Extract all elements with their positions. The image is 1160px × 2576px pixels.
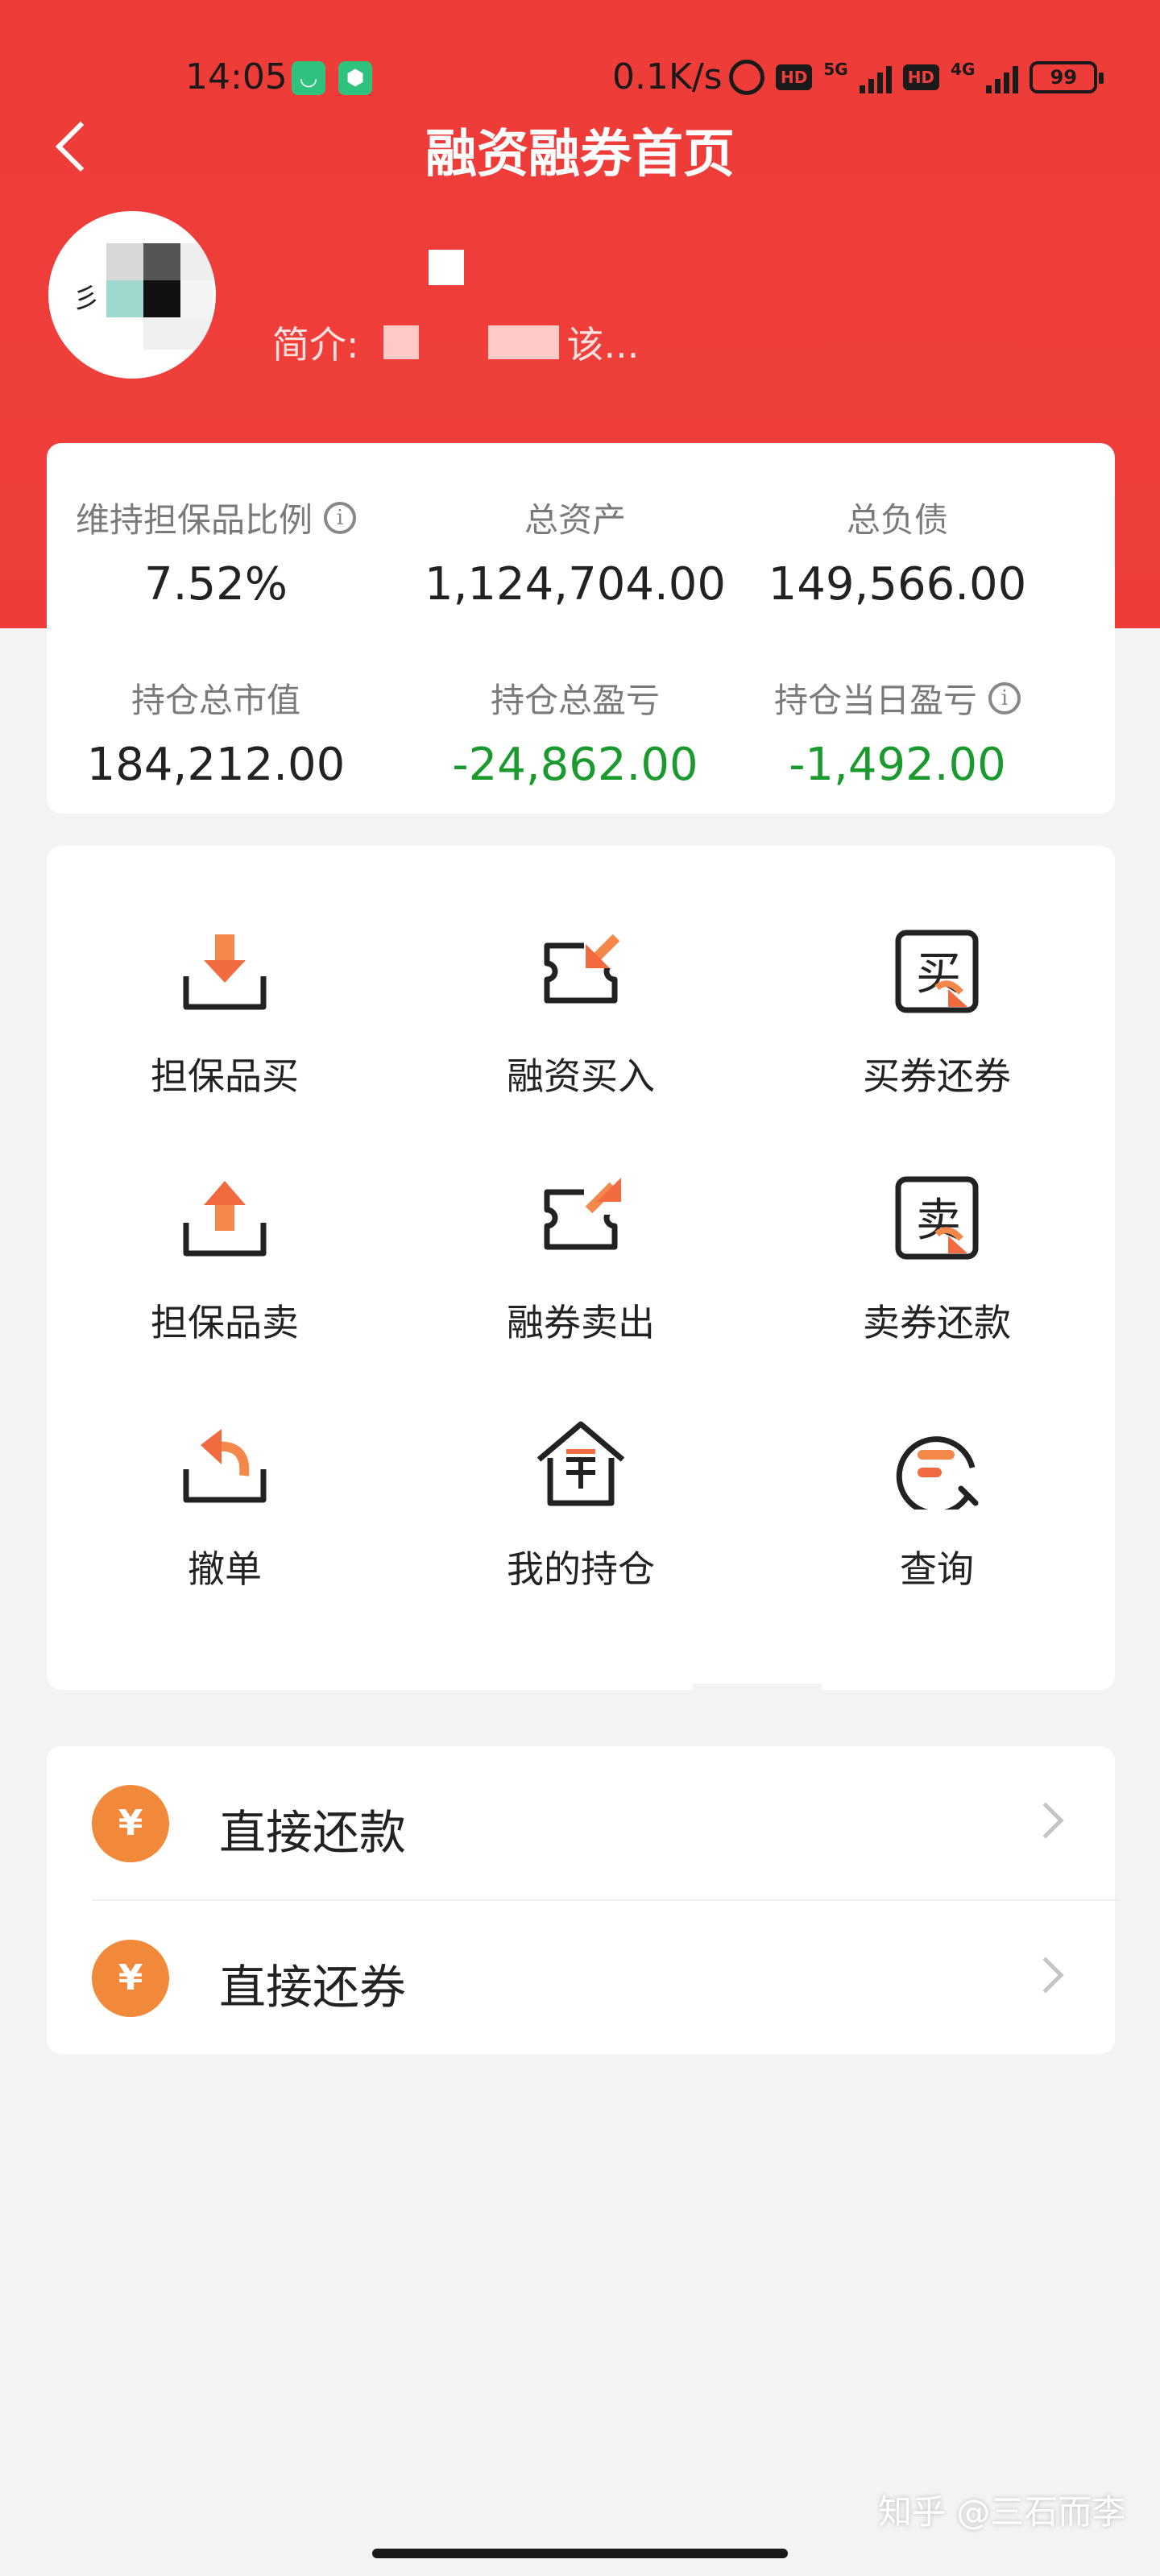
cancel-order-icon xyxy=(183,1429,267,1503)
intro-tail: 该... xyxy=(566,323,640,367)
row-label: 直接还款 xyxy=(219,1805,407,1860)
network-type-5g: 5G xyxy=(823,60,848,79)
collateral-buy-icon xyxy=(183,934,267,1010)
stat-label: 总资产 xyxy=(524,500,626,540)
signal-icon-2 xyxy=(986,61,1019,93)
short-sell-icon xyxy=(544,1178,621,1250)
stat-label: 总负债 xyxy=(846,500,948,540)
alarm-icon xyxy=(729,60,764,95)
account-summary-card: 维持担保品比例 i 7.52% 总资产 1,124,704.00 总负债 149,… xyxy=(47,443,1115,814)
stat-value: -1,492.00 xyxy=(789,739,1006,791)
direct-repay-row[interactable]: ¥ 直接还款 xyxy=(47,1746,1115,1899)
action-grid: 担保品买 融资买入 买 买券还券 担保品卖 融券卖出 卖 卖券还款 撤单 我的持… xyxy=(47,846,1115,1690)
navigation-bar: 融资融券首页 xyxy=(0,105,1160,185)
page-title: 融资融券首页 xyxy=(425,125,735,184)
buy-return-icon: 买 xyxy=(895,930,979,1013)
signal-icon xyxy=(859,61,892,93)
query-icon xyxy=(896,1436,979,1510)
intro-redacted-1 xyxy=(383,325,419,359)
action-my-position[interactable]: 我的持仓 xyxy=(403,1339,759,1591)
action-collateral-sell[interactable]: 担保品卖 xyxy=(47,1092,403,1344)
avatar[interactable]: 彡 xyxy=(48,211,216,379)
stat-label: 维持担保品比例 xyxy=(75,500,313,540)
action-cancel-order[interactable]: 撤单 xyxy=(47,1339,403,1591)
sell-repay-icon: 卖 xyxy=(895,1176,979,1260)
security-icon: ⬢ xyxy=(338,61,372,95)
stat-value: -24,862.00 xyxy=(452,739,698,791)
action-label: 查询 xyxy=(900,1547,974,1591)
battery-icon: 99 xyxy=(1030,61,1104,93)
network-type-4g: 4G xyxy=(951,60,976,79)
stat-value: 1,124,704.00 xyxy=(424,558,727,611)
shield-icon: ◡ xyxy=(292,61,325,95)
user-intro: 简介: 该... xyxy=(272,316,639,369)
info-icon[interactable]: i xyxy=(988,681,1021,714)
margin-buy-icon xyxy=(544,931,621,1004)
collateral-sell-icon xyxy=(183,1181,267,1257)
stat-value: 7.52% xyxy=(144,558,288,611)
yen-return-icon: ¥ xyxy=(92,1940,169,2017)
info-icon[interactable]: i xyxy=(324,501,356,534)
action-collateral-buy[interactable]: 担保品买 xyxy=(47,846,403,1098)
watermark: 知乎 @三石而李 xyxy=(878,2492,1126,2532)
svg-text:卖: 卖 xyxy=(916,1195,961,1247)
direct-return-row[interactable]: ¥ 直接还券 xyxy=(47,1901,1115,2054)
hd-badge-2: HD xyxy=(902,64,940,90)
svg-text:买: 买 xyxy=(916,948,961,1000)
stat-value: 184,212.00 xyxy=(86,739,346,791)
stat-total-pnl[interactable]: 持仓总盈亏 -24,862.00 xyxy=(406,673,744,791)
stat-label: 持仓总盈亏 xyxy=(490,681,660,720)
my-position-icon xyxy=(536,1421,625,1506)
stat-label: 持仓总市值 xyxy=(130,681,300,720)
stat-label: 持仓当日盈亏 xyxy=(773,681,977,720)
network-speed: 0.1K/s xyxy=(612,56,723,97)
stat-value: 149,566.00 xyxy=(768,558,1027,611)
action-sell-repay[interactable]: 卖 卖券还款 xyxy=(759,1092,1115,1344)
intro-redacted-2 xyxy=(487,325,559,359)
action-query[interactable]: 查询 xyxy=(759,1339,1115,1591)
chevron-right-icon xyxy=(1027,1802,1064,1839)
stat-total-liabilities[interactable]: 总负债 149,566.00 xyxy=(728,493,1067,611)
repay-card: ¥ 直接还款 ¥ 直接还券 xyxy=(47,1746,1120,2054)
action-label: 我的持仓 xyxy=(507,1547,655,1591)
action-buy-return[interactable]: 买 买券还券 xyxy=(759,846,1115,1098)
stat-maintenance-ratio[interactable]: 维持担保品比例 i 7.52% xyxy=(47,493,385,611)
username-redacted xyxy=(429,250,464,285)
status-bar: 14:05 ◡ ⬢ 0.1K/s HD 5G HD 4G 99 xyxy=(0,48,1160,113)
action-margin-buy[interactable]: 融资买入 xyxy=(403,846,759,1098)
yen-hand-icon: ¥ xyxy=(92,1785,169,1862)
user-profile: 彡 简介: 该... xyxy=(48,211,1160,380)
action-label: 撤单 xyxy=(188,1547,262,1591)
status-time: 14:05 xyxy=(185,56,288,97)
stat-position-value[interactable]: 持仓总市值 184,212.00 xyxy=(47,673,385,791)
hd-badge-1: HD xyxy=(776,64,813,90)
row-label: 直接还券 xyxy=(219,1960,407,2015)
chevron-right-icon xyxy=(1027,1957,1064,1994)
home-indicator[interactable] xyxy=(372,2549,788,2558)
stat-daily-pnl[interactable]: 持仓当日盈亏 i -1,492.00 xyxy=(728,673,1067,791)
action-short-sell[interactable]: 融券卖出 xyxy=(403,1092,759,1344)
stat-total-assets[interactable]: 总资产 1,124,704.00 xyxy=(406,493,744,611)
intro-label: 简介: xyxy=(272,323,359,367)
